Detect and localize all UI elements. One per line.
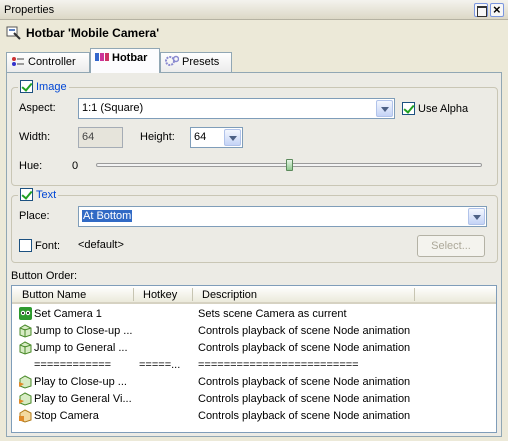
table-row[interactable]: Play to Close-up ... Controls playback o… [12, 374, 496, 391]
play-icon [19, 392, 32, 406]
column-hotkey[interactable]: Hotkey [143, 289, 177, 301]
image-group-label: Image [36, 81, 67, 93]
height-label: Height: [140, 131, 175, 143]
window-title: Properties [4, 4, 55, 16]
row-description: Controls playback of scene Node animatio… [198, 342, 411, 354]
camera-icon [19, 307, 32, 320]
text-group: Text Place: At Bottom Font: <default> Se… [11, 188, 498, 263]
row-description: Controls playback of scene Node animatio… [198, 393, 411, 405]
aspect-dropdown[interactable]: 1:1 (Square) [78, 98, 395, 119]
tab-hotbar[interactable]: Hotbar [90, 48, 160, 73]
text-group-title[interactable]: Text [18, 188, 59, 201]
tab-label: Controller [28, 56, 76, 68]
width-value: 64 [82, 131, 95, 143]
row-name: ============ [34, 359, 112, 371]
play-icon [19, 375, 32, 389]
table-row[interactable]: Stop Camera Controls playback of scene N… [12, 408, 496, 425]
width-label: Width: [19, 131, 51, 143]
close-button[interactable] [490, 2, 504, 17]
font-checkbox[interactable]: Font: [19, 239, 60, 252]
chevron-down-icon[interactable] [224, 129, 241, 146]
row-name: Stop Camera [34, 410, 99, 422]
button-order-label: Button Order: [11, 270, 78, 282]
use-alpha-check-icon[interactable] [402, 102, 415, 115]
hotbar-properties-icon [6, 26, 21, 40]
stop-icon [19, 409, 32, 423]
place-dropdown[interactable]: At Bottom [78, 206, 487, 227]
row-description: ========================= [198, 359, 359, 371]
tab-label: Presets [182, 56, 220, 68]
column-divider[interactable] [414, 288, 415, 301]
table-row[interactable]: Play to General Vi... Controls playback … [12, 391, 496, 408]
presets-icon [165, 55, 179, 66]
tab-label: Hotbar [112, 52, 148, 64]
row-description: Controls playback of scene Node animatio… [198, 410, 411, 422]
chevron-down-icon[interactable] [468, 208, 485, 225]
row-name: Jump to Close-up ... [34, 325, 133, 337]
row-description: Controls playback of scene Node animatio… [198, 325, 411, 337]
jump-icon [19, 341, 32, 355]
hue-slider-thumb[interactable] [285, 159, 293, 171]
window-titlebar: Properties [0, 0, 508, 20]
font-check-icon[interactable] [19, 239, 32, 252]
select-font-button[interactable]: Select... [417, 235, 485, 257]
hotbar-panel: Image Aspect: 1:1 (Square) Use Alpha Wid… [6, 72, 502, 437]
table-row[interactable]: Jump to General ... Controls playback of… [12, 340, 496, 357]
chevron-down-icon[interactable] [376, 100, 393, 117]
row-name: Jump to General ... [34, 342, 128, 354]
column-button-name[interactable]: Button Name [22, 289, 86, 301]
column-divider[interactable] [133, 288, 134, 301]
place-label: Place: [19, 210, 50, 222]
button-order-list[interactable]: Button Name Hotkey Description Set Camer… [11, 285, 497, 433]
font-value: <default> [78, 239, 124, 251]
column-description[interactable]: Description [202, 289, 257, 301]
row-description: Sets scene Camera as current [198, 308, 347, 320]
table-row[interactable]: Set Camera 1 Sets scene Camera as curren… [12, 306, 496, 323]
table-row-separator[interactable]: ============ =====... ==================… [12, 357, 496, 374]
use-alpha-label: Use Alpha [418, 103, 469, 115]
place-value: At Bottom [82, 210, 133, 222]
image-group: Image Aspect: 1:1 (Square) Use Alpha Wid… [11, 80, 498, 186]
use-alpha-checkbox[interactable]: Use Alpha [402, 102, 468, 115]
height-dropdown[interactable]: 64 [190, 127, 243, 148]
tab-strip: Controller Hotbar Presets [6, 48, 502, 73]
header-title: Hotbar 'Mobile Camera' [26, 26, 160, 40]
hue-value: 0 [72, 160, 79, 172]
tab-presets[interactable]: Presets [160, 52, 232, 72]
hue-label: Hue: [19, 160, 43, 172]
row-name: Play to Close-up ... [34, 376, 127, 388]
image-group-title[interactable]: Image [18, 80, 69, 93]
aspect-value: 1:1 (Square) [82, 102, 144, 114]
controller-icon [12, 57, 24, 66]
text-group-label: Text [36, 189, 57, 201]
column-divider[interactable] [192, 288, 193, 301]
height-value: 64 [194, 131, 207, 143]
text-enabled-checkbox[interactable] [20, 188, 33, 201]
list-header: Button Name Hotkey Description [12, 286, 496, 304]
hotbar-icon [95, 53, 109, 61]
font-label: Font: [35, 240, 61, 252]
row-name: Play to General Vi... [34, 393, 132, 405]
restore-button[interactable] [474, 3, 488, 17]
tab-controller[interactable]: Controller [6, 52, 90, 72]
jump-icon [19, 324, 32, 338]
image-enabled-checkbox[interactable] [20, 80, 33, 93]
row-description: Controls playback of scene Node animatio… [198, 376, 411, 388]
table-row[interactable]: Jump to Close-up ... Controls playback o… [12, 323, 496, 340]
aspect-label: Aspect: [19, 102, 56, 114]
row-hotkey: =====... [139, 359, 181, 371]
width-field: 64 [78, 127, 123, 148]
row-name: Set Camera 1 [34, 308, 102, 320]
